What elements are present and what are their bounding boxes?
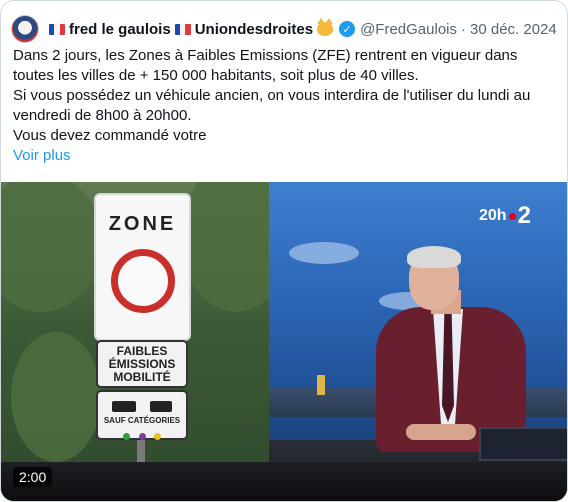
exception-sign: SAUF CATÉGORIES (96, 390, 188, 440)
presenter-hair (407, 246, 461, 268)
logo-dot-icon (508, 212, 516, 220)
car-icon (150, 401, 172, 412)
cat-emoji-icon (317, 18, 334, 36)
video-duration-badge: 2:00 (13, 467, 53, 487)
zone-sign: ZONE (94, 193, 191, 341)
zfe-sign: FAIBLES ÉMISSIONS MOBILITÉ (96, 340, 188, 388)
avatar[interactable] (11, 15, 39, 43)
critair-dots (98, 427, 186, 445)
tweet-card[interactable]: fred le gaulois Uniondesdroites ✓ @FredG… (0, 0, 568, 502)
channel-logo-number: 2 (517, 202, 531, 229)
tweet-text-line: vendredi de 8h00 à 20h00. (13, 107, 192, 124)
presenter-hands (406, 424, 476, 440)
exception-sign-text: SAUF CATÉGORIES (103, 416, 181, 425)
critair-green-icon (123, 433, 131, 440)
zfe-sign-line: MOBILITÉ (113, 370, 171, 384)
prohibition-ring-icon (111, 249, 175, 313)
tweet-date[interactable]: 30 déc. 2024 (470, 21, 557, 38)
channel-logo-time: 20h (479, 207, 507, 224)
tweet-text: Dans 2 jours, les Zones à Faibles Emissi… (13, 46, 558, 166)
truck-icon (112, 401, 136, 412)
tree-foliage (11, 332, 101, 462)
tweet-text-line: toutes les villes de + 150 000 habitants… (13, 67, 419, 84)
flag-france-icon (174, 23, 191, 35)
critair-purple-icon (138, 433, 146, 440)
desk-front (1, 462, 567, 501)
video-player[interactable]: ZONE FAIBLES ÉMISSIONS MOBILITÉ SAUF CAT… (1, 182, 567, 501)
display-name-part2[interactable]: Uniondesdroites (195, 21, 313, 38)
verified-badge-icon: ✓ (339, 21, 356, 37)
display-name-part1[interactable]: fred le gaulois (69, 21, 171, 38)
channel-logo: 20h 2 (479, 202, 531, 230)
cloud (289, 242, 359, 264)
tweet-text-line: Dans 2 jours, les Zones à Faibles Emissi… (13, 47, 518, 64)
zone-sign-text: ZONE (108, 213, 177, 235)
tweet-text-line: Si vous possédez un véhicule ancien, on … (13, 87, 531, 104)
flag-france-icon (49, 23, 65, 35)
show-more-link[interactable]: Voir plus (13, 146, 558, 166)
critair-yellow-icon (153, 433, 161, 440)
tweet-text-line: Vous devez commandé votre (13, 127, 207, 144)
separator-dot: · (461, 20, 466, 38)
desk-monitor (479, 427, 567, 461)
street-sign-panel: ZONE FAIBLES ÉMISSIONS MOBILITÉ SAUF CAT… (1, 182, 291, 501)
user-handle[interactable]: @FredGaulois (360, 21, 457, 38)
tweet-header: fred le gaulois Uniondesdroites ✓ @FredG… (11, 13, 557, 45)
golden-dome (317, 375, 325, 395)
tree-foliage (1, 182, 101, 312)
